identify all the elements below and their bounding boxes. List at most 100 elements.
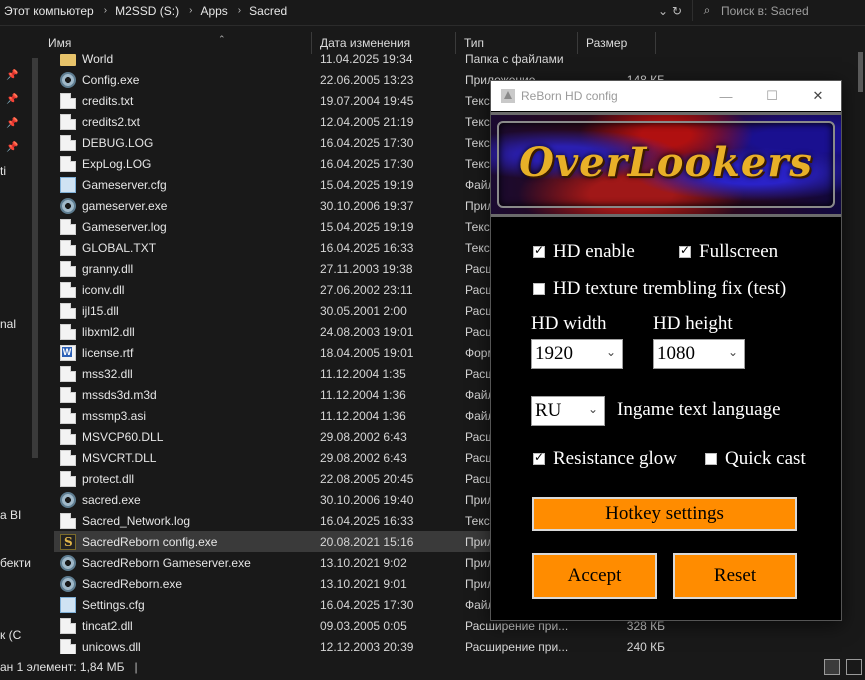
column-size-label: Размер bbox=[586, 36, 628, 50]
minimize-button[interactable]: — bbox=[703, 81, 749, 111]
file-name: mssmp3.asi bbox=[82, 408, 147, 423]
details-view-button[interactable] bbox=[824, 659, 840, 675]
status-bar: ан 1 элемент: 1,84 МБ | bbox=[0, 654, 865, 680]
file-name: license.rtf bbox=[82, 345, 134, 360]
refresh-icon: ↻ bbox=[671, 3, 683, 18]
file-date: 13.10.2021 9:02 bbox=[320, 555, 407, 570]
file-name: protect.dll bbox=[82, 471, 135, 486]
hd-enable-checkbox[interactable]: HD enable bbox=[533, 241, 635, 263]
gear-file-icon bbox=[60, 197, 76, 214]
chevron-down-icon: ⌄ bbox=[605, 345, 616, 359]
hd-height-select[interactable]: 1080 ⌄ bbox=[653, 339, 745, 369]
checkbox-box[interactable] bbox=[533, 450, 545, 465]
file-name-cell: Gameserver.log bbox=[54, 218, 320, 235]
breadcrumb-apps[interactable]: Apps bbox=[196, 4, 233, 18]
file-name-cell: credits2.txt bbox=[54, 113, 320, 130]
file-name: GLOBAL.TXT bbox=[82, 240, 157, 255]
file-date: 12.12.2003 20:39 bbox=[320, 639, 414, 654]
checkbox-box[interactable] bbox=[533, 283, 545, 295]
reset-button[interactable]: Reset bbox=[673, 553, 797, 599]
breadcrumb-sacred[interactable]: Sacred bbox=[245, 4, 293, 18]
file-date: 15.04.2025 19:19 bbox=[320, 177, 414, 192]
column-type[interactable]: Тип bbox=[456, 32, 578, 54]
file-date: 18.04.2005 19:01 bbox=[320, 345, 414, 360]
file-name: Sacred_Network.log bbox=[82, 513, 191, 528]
scrollbar-thumb[interactable] bbox=[858, 52, 863, 92]
file-date: 11.12.2004 1:36 bbox=[320, 387, 406, 402]
file-name-cell: MSVCRT.DLL bbox=[54, 449, 320, 466]
file-name-cell: gameserver.exe bbox=[54, 197, 320, 214]
file-name-cell: ExpLog.LOG bbox=[54, 155, 320, 172]
navigation-pane[interactable]: 📌 📌 📌 📌 ti nal a BI бекти к (С bbox=[0, 26, 40, 654]
trembling-fix-checkbox[interactable]: HD texture trembling fix (test) bbox=[533, 278, 786, 300]
accept-button[interactable]: Accept bbox=[532, 553, 657, 599]
hotkey-settings-button[interactable]: Hotkey settings bbox=[532, 497, 797, 531]
chevron-down-icon: ⌄ bbox=[727, 345, 738, 359]
file-file-icon bbox=[60, 386, 76, 403]
breadcrumb-drive[interactable]: M2SSD (S:) bbox=[111, 4, 185, 18]
file-row[interactable]: World 11.04.2025 19:34 Папка с файлами bbox=[54, 54, 714, 69]
file-name: DEBUG.LOG bbox=[82, 135, 154, 150]
maximize-button[interactable]: ☐ bbox=[749, 81, 795, 111]
column-size[interactable]: Размер bbox=[578, 32, 656, 54]
file-date: 11.12.2004 1:35 bbox=[320, 366, 406, 381]
pin-icon: 📌 bbox=[6, 94, 19, 105]
nav-item-fragment[interactable]: бекти bbox=[0, 556, 31, 570]
file-date: 27.11.2003 19:38 bbox=[320, 261, 413, 276]
nav-item-fragment[interactable]: nal bbox=[0, 317, 16, 331]
refresh-button[interactable]: ↻ bbox=[664, 0, 690, 21]
nav-item-fragment[interactable]: a BI bbox=[0, 508, 21, 522]
list-scrollbar[interactable] bbox=[856, 32, 865, 654]
file-row[interactable]: unicows.dll 12.12.2003 20:39 Расширение пр… bbox=[54, 636, 714, 654]
file-file-icon bbox=[60, 155, 76, 172]
language-select[interactable]: RU ⌄ bbox=[531, 396, 605, 426]
reborn-config-dialog: ReBorn HD config — ☐ ✕ OverLookers HD en… bbox=[490, 80, 842, 621]
file-file-icon bbox=[60, 407, 76, 424]
language-value: RU bbox=[535, 400, 562, 421]
fullscreen-checkbox[interactable]: Fullscreen bbox=[679, 241, 778, 263]
column-date-label: Дата изменения bbox=[320, 36, 411, 50]
overlookers-banner: OverLookers bbox=[491, 112, 841, 217]
file-name-cell: iconv.dll bbox=[54, 281, 320, 298]
sacred-file-icon bbox=[60, 533, 76, 550]
file-name-cell: libxml2.dll bbox=[54, 323, 320, 340]
gear-file-icon bbox=[60, 554, 76, 571]
file-date: 27.06.2002 23:11 bbox=[320, 282, 413, 297]
breadcrumb[interactable]: Этот компьютер › M2SSD (S:) › Apps › Sac… bbox=[0, 0, 680, 21]
dialog-titlebar[interactable]: ReBorn HD config — ☐ ✕ bbox=[491, 81, 841, 111]
breadcrumb-computer[interactable]: Этот компьютер bbox=[0, 4, 100, 18]
checkbox-box[interactable] bbox=[679, 243, 691, 258]
nav-item-fragment[interactable]: ti bbox=[0, 164, 6, 178]
checkbox-box[interactable] bbox=[705, 453, 717, 465]
nav-item-fragment[interactable]: к (С bbox=[0, 628, 21, 642]
pin-icon: 📌 bbox=[6, 70, 19, 81]
sacred-app-icon bbox=[501, 89, 515, 103]
file-date: 11.12.2004 1:36 bbox=[320, 408, 406, 423]
file-size: 240 КБ bbox=[626, 639, 665, 654]
hd-width-select[interactable]: 1920 ⌄ bbox=[531, 339, 623, 369]
file-name: MSVCP60.DLL bbox=[82, 429, 164, 444]
file-name: ExpLog.LOG bbox=[82, 156, 152, 171]
file-name-cell: mssmp3.asi bbox=[54, 407, 320, 424]
quick-cast-checkbox[interactable]: Quick cast bbox=[705, 448, 806, 470]
file-name-cell: SacredReborn config.exe bbox=[54, 533, 320, 550]
file-name-cell: DEBUG.LOG bbox=[54, 134, 320, 151]
close-button[interactable]: ✕ bbox=[795, 81, 841, 111]
file-name-cell: mssds3d.m3d bbox=[54, 386, 320, 403]
file-name-cell: granny.dll bbox=[54, 260, 320, 277]
gear-file-icon bbox=[60, 71, 76, 88]
file-date: 30.10.2006 19:40 bbox=[320, 492, 414, 507]
file-name: SacredReborn Gameserver.exe bbox=[82, 555, 251, 570]
resistance-glow-checkbox[interactable]: Resistance glow bbox=[533, 448, 677, 470]
search-input[interactable]: ⌕ Поиск в: Sacred bbox=[692, 0, 865, 21]
nav-scrollbar[interactable] bbox=[32, 58, 38, 458]
file-date: 11.04.2025 19:34 bbox=[320, 54, 413, 66]
file-file-icon bbox=[60, 218, 76, 235]
address-bar: Этот компьютер › M2SSD (S:) › Apps › Sac… bbox=[0, 0, 865, 26]
file-file-icon bbox=[60, 260, 76, 277]
file-name: sacred.exe bbox=[82, 492, 141, 507]
column-name[interactable]: Имя ⌃ bbox=[40, 32, 312, 54]
column-date[interactable]: Дата изменения bbox=[312, 32, 456, 54]
checkbox-box[interactable] bbox=[533, 243, 545, 258]
tiles-view-button[interactable] bbox=[846, 659, 862, 675]
